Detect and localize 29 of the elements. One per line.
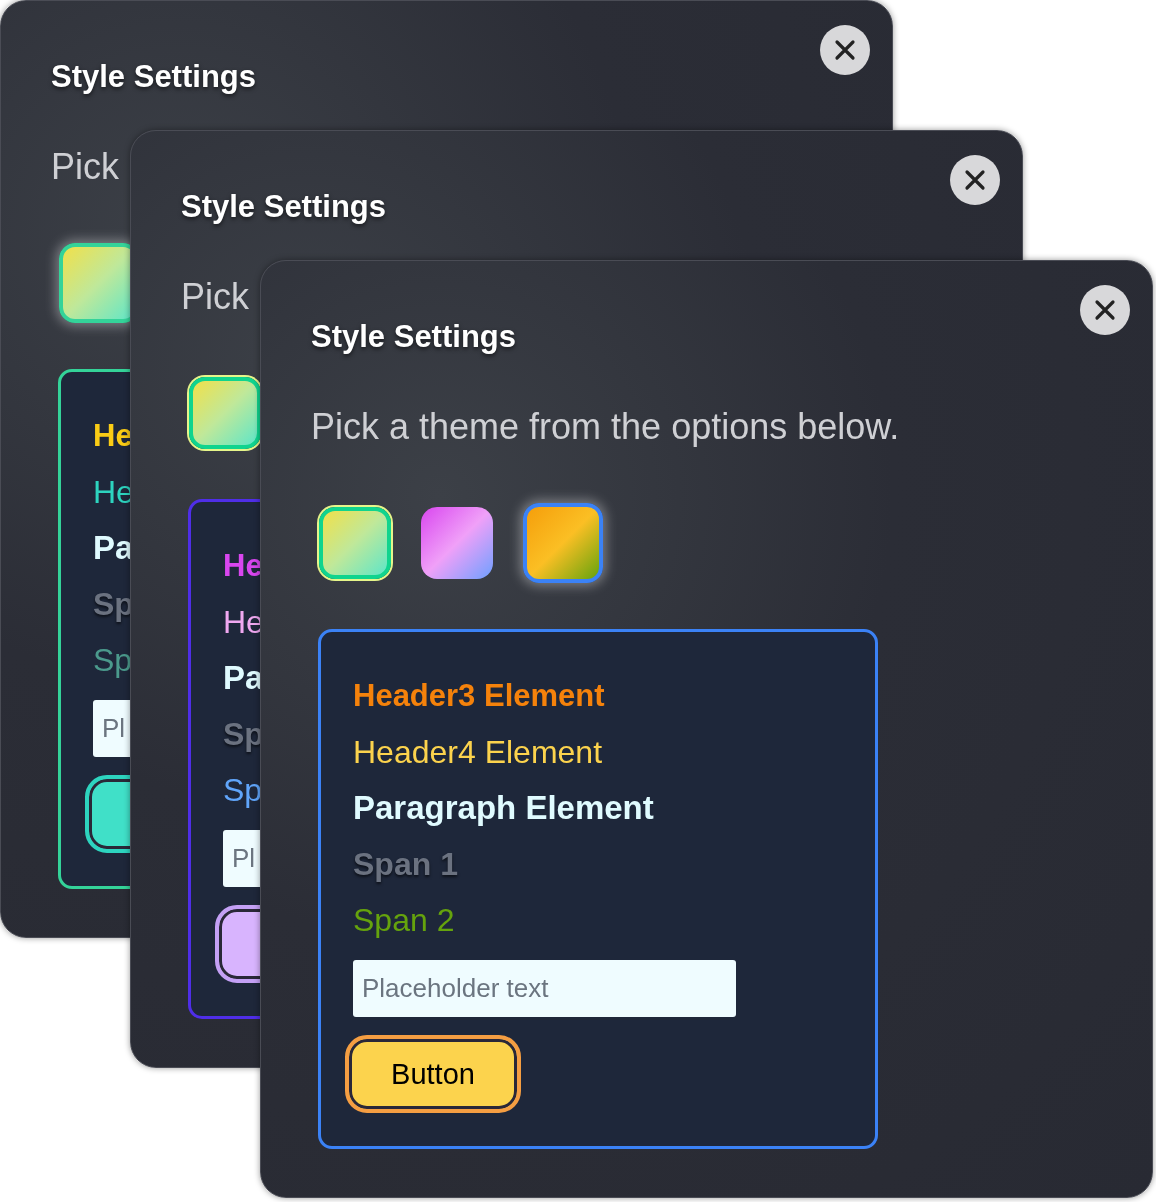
header4-text: Header4 Element xyxy=(353,733,603,772)
dialog-title: Style Settings xyxy=(181,189,386,225)
span1-text: Sp xyxy=(93,585,134,624)
text-input[interactable]: Placeholder text xyxy=(353,960,736,1017)
close-button[interactable] xyxy=(950,155,1000,205)
instruction-text: Pick xyxy=(181,277,250,317)
dialog-title: Style Settings xyxy=(311,319,516,355)
span1-text: Sp xyxy=(223,715,264,754)
theme-swatch[interactable] xyxy=(319,507,391,579)
header3-text: Header3 Element xyxy=(353,677,605,715)
close-button[interactable] xyxy=(820,25,870,75)
header3-text: He xyxy=(223,547,263,585)
close-icon xyxy=(964,169,986,191)
span2-text: Span 2 xyxy=(353,901,455,940)
dialog-title: Style Settings xyxy=(51,59,256,95)
instruction-text: Pick a theme from the options below. xyxy=(311,407,901,447)
paragraph-text: Paragraph Element xyxy=(353,788,654,828)
span2-text: Sp xyxy=(223,771,263,810)
span2-text: Sp xyxy=(93,641,133,680)
preview-button[interactable]: Button xyxy=(345,1035,521,1113)
theme-swatch[interactable] xyxy=(523,503,603,583)
theme-swatch[interactable] xyxy=(421,507,493,579)
close-button[interactable] xyxy=(1080,285,1130,335)
close-icon xyxy=(1094,299,1116,321)
header3-text: He xyxy=(93,417,133,455)
theme-swatch[interactable] xyxy=(189,377,261,449)
close-icon xyxy=(834,39,856,61)
instruction-text: Pick xyxy=(51,147,120,187)
span1-text: Span 1 xyxy=(353,845,458,884)
